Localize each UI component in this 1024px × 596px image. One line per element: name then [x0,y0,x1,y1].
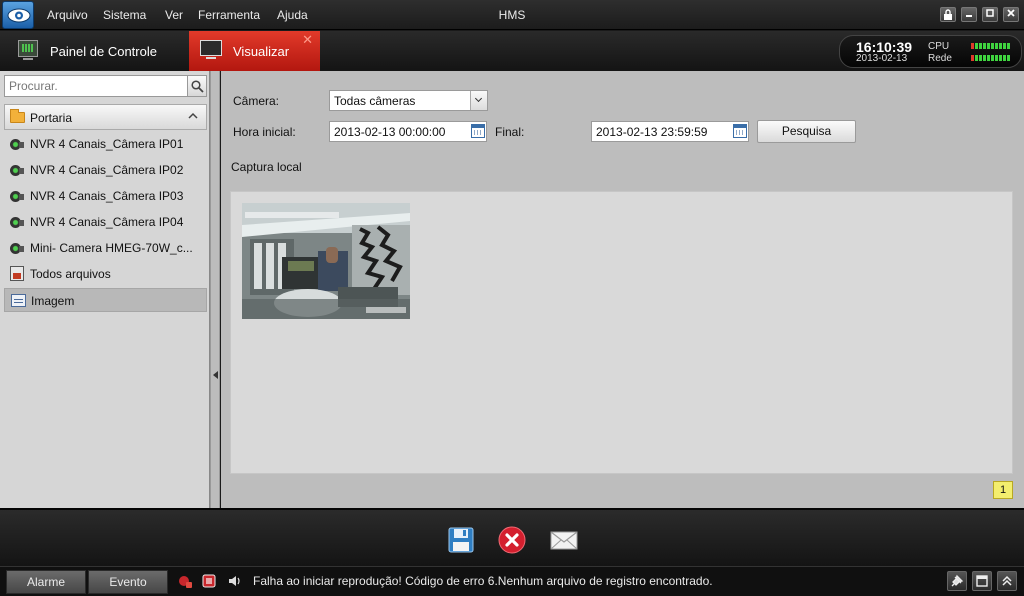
start-time-field[interactable]: 2013-02-13 00:00:00 [329,121,487,142]
panel-splitter[interactable] [210,71,220,508]
camera-label: NVR 4 Canais_Câmera IP02 [30,163,184,177]
camera-icon [10,243,25,254]
status-panel: 16:10:39 2013-02-13 CPU Rede [839,35,1022,68]
camera-label: NVR 4 Canais_Câmera IP04 [30,215,184,229]
search-icon[interactable] [187,75,207,97]
camera-label: NVR 4 Canais_Câmera IP01 [30,137,184,151]
camera-icon [10,217,25,228]
chevron-up-icon[interactable] [188,111,198,121]
status-message: Falha ao iniciar reprodução! Código de e… [253,574,713,588]
camera-item-mini[interactable]: Mini- Camera HMEG-70W_c... [4,236,207,260]
group-label: Portaria [30,111,73,125]
menu-sistema[interactable]: Sistema [103,8,146,22]
camera-label: Mini- Camera HMEG-70W_c... [30,241,193,255]
clock-date: 2013-02-13 [856,53,908,64]
collapse-arrow-icon[interactable] [213,371,218,379]
network-meter [971,55,1013,61]
cpu-meter [971,43,1013,49]
image-item[interactable]: Imagem [4,288,207,312]
calendar-icon[interactable] [733,124,747,138]
tab-label: Painel de Controle [50,44,157,59]
lock-icon[interactable] [940,7,956,22]
calendar-icon[interactable] [471,124,485,138]
folder-icon [10,109,25,123]
capture-thumbnail[interactable] [242,203,410,319]
alarm-clear-icon[interactable] [178,574,192,588]
camera-select-value: Todas câmeras [334,94,416,108]
image-label: Imagem [31,294,75,308]
save-icon[interactable] [446,525,476,555]
record-icon[interactable] [202,574,216,588]
menu-ferramenta[interactable]: Ferramenta [198,8,260,22]
window-title: HMS [498,8,526,22]
group-portaria[interactable]: Portaria [4,104,207,130]
status-bar: Alarme Evento Falha ao iniciar reproduçã… [0,566,1024,596]
expand-up-icon[interactable] [997,571,1017,591]
video-file-icon [10,266,24,281]
sidebar: Procurar. Portaria NVR 4 Canais_Câmera I… [0,71,210,508]
speaker-icon[interactable] [228,574,242,588]
close-tab-icon[interactable]: ✕ [302,33,313,46]
camera-icon [10,139,25,150]
minimize-icon[interactable] [961,7,977,22]
maximize-icon[interactable] [982,7,998,22]
delete-icon[interactable] [497,525,527,555]
section-title: Captura local [231,160,302,174]
email-icon[interactable] [549,525,579,555]
app-logo-icon[interactable] [2,1,34,29]
all-files-label: Todos arquivos [30,267,111,281]
tab-label: Visualizar [233,44,290,59]
window-icon[interactable] [972,571,992,591]
image-file-icon [11,294,26,307]
pin-icon[interactable] [947,571,967,591]
menu-arquivo[interactable]: Arquivo [47,8,88,22]
close-icon[interactable] [1003,7,1019,22]
all-files-item[interactable]: Todos arquivos [4,262,207,286]
camera-label: Câmera: [233,94,280,108]
search-button[interactable]: Pesquisa [757,120,856,143]
tab-bar: Painel de Controle Visualizar ✕ 16:10:39… [0,31,1024,71]
camera-item-ip03[interactable]: NVR 4 Canais_Câmera IP03 [4,184,207,208]
page-number[interactable]: 1 [993,481,1013,499]
monitor-icon [200,40,222,56]
end-time-field[interactable]: 2013-02-13 23:59:59 [591,121,749,142]
tab-painel-de-controle[interactable]: Painel de Controle [8,31,186,71]
tab-evento[interactable]: Evento [88,570,168,594]
capture-gallery [230,191,1013,474]
camera-label: NVR 4 Canais_Câmera IP03 [30,189,184,203]
tab-alarme[interactable]: Alarme [6,570,86,594]
search-input[interactable]: Procurar. [4,75,188,97]
chevron-down-icon[interactable] [470,91,487,110]
camera-item-ip01[interactable]: NVR 4 Canais_Câmera IP01 [4,132,207,156]
end-time-value: 2013-02-13 23:59:59 [596,125,708,139]
camera-icon [10,165,25,176]
end-time-label: Final: [495,125,525,139]
action-toolbar [0,508,1024,566]
monitor-icon [18,40,38,57]
tab-visualizar[interactable]: Visualizar ✕ [189,31,320,71]
camera-icon [10,191,25,202]
camera-select[interactable]: Todas câmeras [329,90,488,111]
menu-ajuda[interactable]: Ajuda [277,8,308,22]
menu-ver[interactable]: Ver [165,8,183,22]
camera-item-ip04[interactable]: NVR 4 Canais_Câmera IP04 [4,210,207,234]
start-time-label: Hora inicial: [233,125,296,139]
main-content: Câmera: Todas câmeras Hora inicial: 2013… [221,71,1024,508]
network-label: Rede [928,53,952,64]
menu-bar: Arquivo Sistema Ver Ferramenta Ajuda HMS [0,0,1024,30]
start-time-value: 2013-02-13 00:00:00 [334,125,446,139]
cpu-label: CPU [928,41,950,52]
camera-item-ip02[interactable]: NVR 4 Canais_Câmera IP02 [4,158,207,182]
